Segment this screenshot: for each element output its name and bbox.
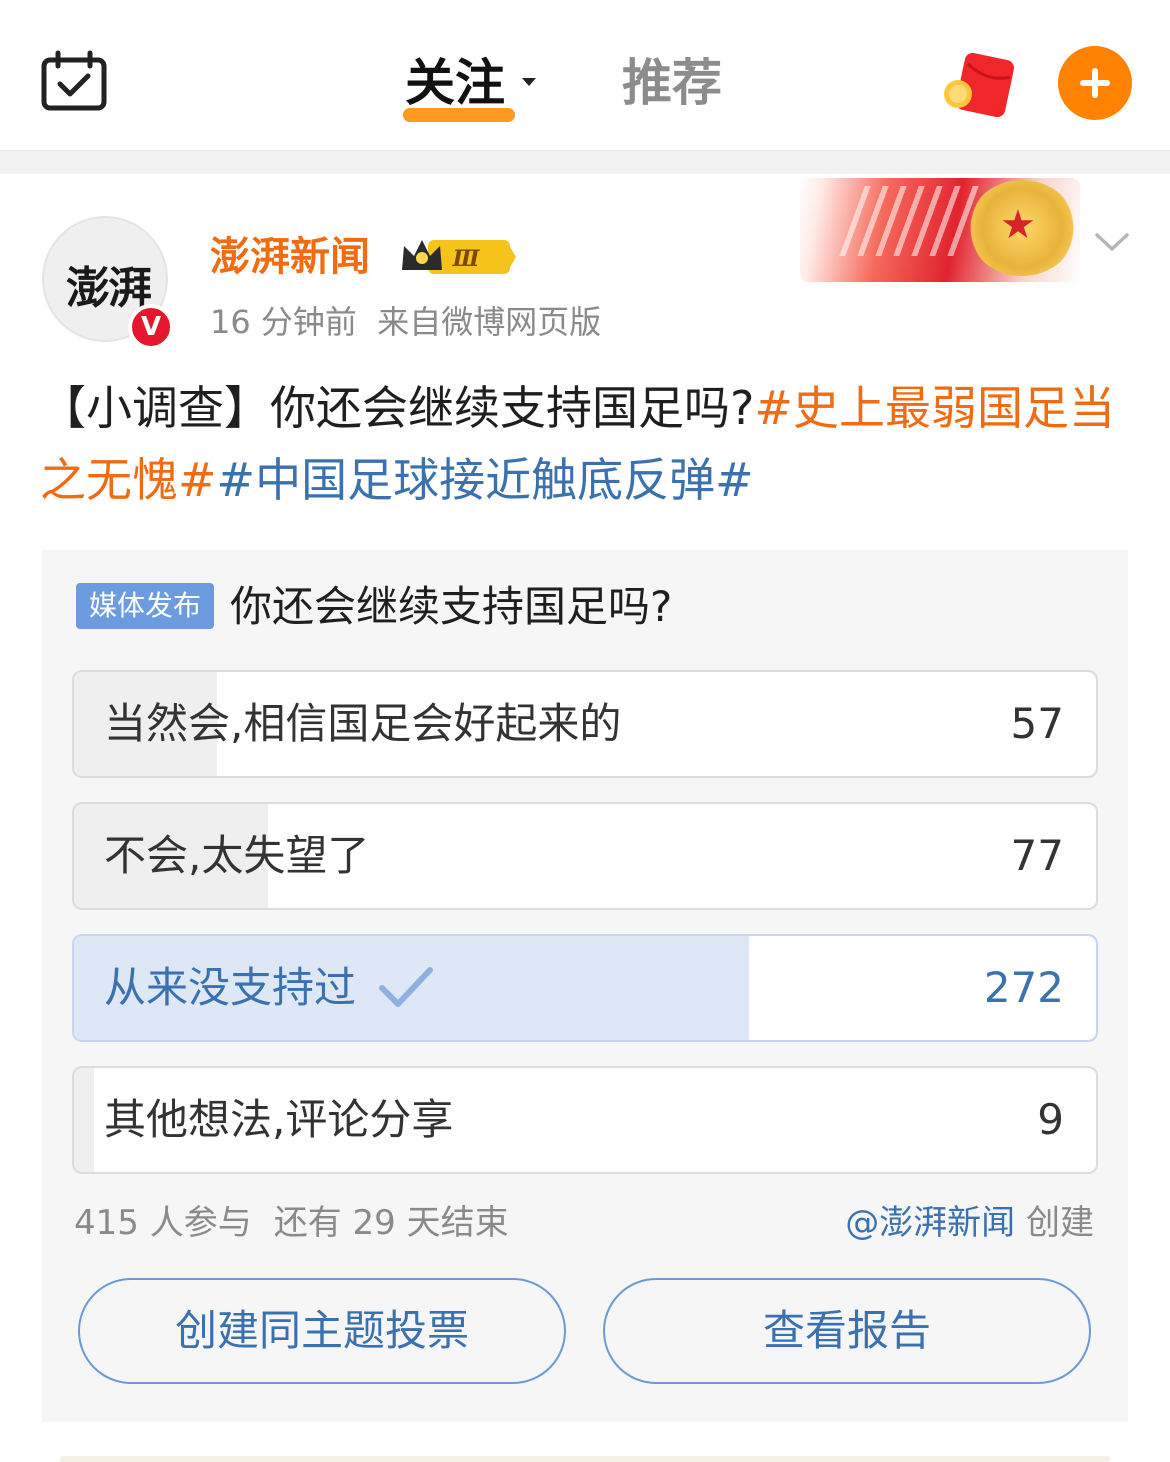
poll-creator: @澎湃新闻 创建 <box>845 1198 1094 1248</box>
poll-question: 你还会继续支持国足吗? <box>230 582 673 631</box>
caret-down-icon[interactable] <box>522 78 536 86</box>
verified-badge: V <box>128 304 174 350</box>
poll-option[interactable]: 其他想法,评论分享 9 <box>72 1066 1098 1174</box>
post-time: 16 分钟前 <box>210 303 357 341</box>
post-source: 来自微博网页版 <box>377 303 602 341</box>
poll-option-count: 272 <box>983 963 1064 1012</box>
poll-option-label: 当然会,相信国足会好起来的 <box>104 699 622 748</box>
decorative-banner <box>800 178 1080 282</box>
level-text: Ⅲ <box>452 246 481 272</box>
crown-level-badge[interactable]: Ⅲ <box>398 234 518 280</box>
section-divider <box>0 150 1170 174</box>
banner-pillars <box>839 186 985 256</box>
creator-link[interactable]: @澎湃新闻 <box>845 1203 1015 1243</box>
chevron-down-icon[interactable] <box>1094 230 1130 254</box>
poll-option-count: 57 <box>1010 699 1064 748</box>
poll-option-label: 其他想法,评论分享 <box>104 1095 454 1144</box>
poll-stats: 415 人参与 还有 29 天结束 <box>74 1198 509 1248</box>
checkmark-icon <box>379 967 433 1007</box>
emblem-icon <box>968 180 1076 276</box>
creator-suffix: 创建 <box>1026 1203 1094 1243</box>
author-name[interactable]: 澎湃新闻 <box>210 228 370 286</box>
poll-option-label: 不会,太失望了 <box>104 831 370 880</box>
poll-option-selected[interactable]: 从来没支持过 272 <box>72 934 1098 1042</box>
next-card-edge <box>60 1456 1110 1462</box>
poll-option[interactable]: 不会,太失望了 77 <box>72 802 1098 910</box>
create-same-topic-poll-button[interactable]: 创建同主题投票 <box>78 1278 566 1384</box>
calendar-check-icon[interactable] <box>40 50 108 112</box>
add-button[interactable] <box>1058 46 1132 120</box>
poll-remaining-time: 还有 29 天结束 <box>273 1203 509 1243</box>
poll-option-count: 77 <box>1010 831 1064 880</box>
poll-participants: 415 人参与 <box>74 1203 252 1243</box>
post-text-prefix: 【小调查】你还会继续支持国足吗? <box>40 381 755 435</box>
poll-option-label: 从来没支持过 <box>104 963 357 1012</box>
post-meta: 16 分钟前 来自微博网页版 <box>210 298 601 346</box>
post-text: 【小调查】你还会继续支持国足吗?#史上最弱国足当之无愧##中国足球接近触底反弹# <box>40 372 1130 516</box>
poll-option-fill <box>74 1068 95 1172</box>
tab-follow[interactable]: 关注 <box>405 48 505 118</box>
poll-option[interactable]: 当然会,相信国足会好起来的 57 <box>72 670 1098 778</box>
view-report-button[interactable]: 查看报告 <box>603 1278 1091 1384</box>
red-packet-icon[interactable] <box>942 50 1018 120</box>
poll-option-count: 9 <box>1037 1095 1064 1144</box>
top-nav-bar: 关注 推荐 <box>0 0 1170 150</box>
media-publish-badge: 媒体发布 <box>76 583 214 629</box>
tab-recommend[interactable]: 推荐 <box>622 48 722 118</box>
hashtag-link[interactable]: #中国足球接近触底反弹# <box>217 453 754 507</box>
